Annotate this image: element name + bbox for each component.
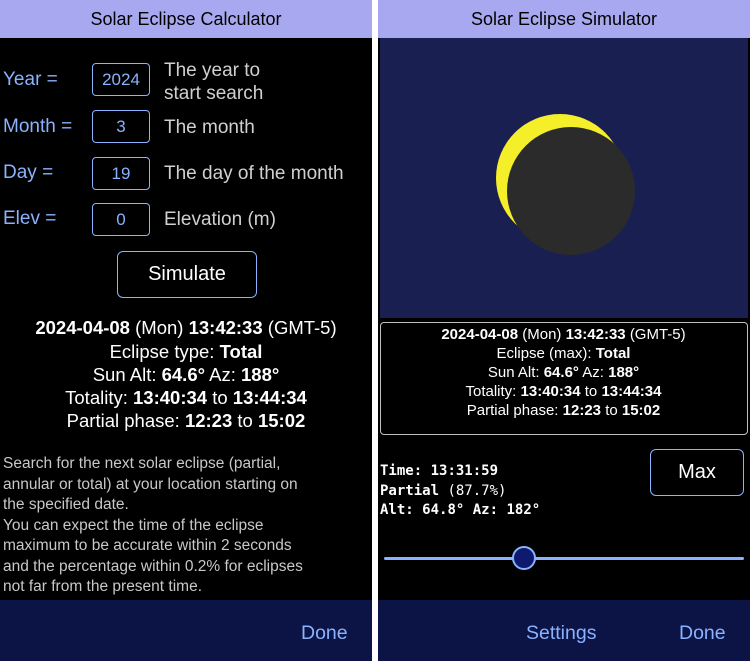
simulator-title-bar: Solar Eclipse Simulator bbox=[378, 0, 750, 38]
simulator-toolbar: Settings Done bbox=[378, 600, 750, 661]
eclipse-drawing bbox=[496, 114, 635, 255]
year-input[interactable]: 2024 bbox=[92, 63, 150, 96]
moon-disk bbox=[507, 127, 635, 255]
info-timezone: (GMT-5) bbox=[629, 326, 686, 343]
status-alt-label: Alt: bbox=[380, 502, 414, 518]
max-button[interactable]: Max bbox=[650, 449, 744, 496]
info-eclipse-max: Eclipse (max): Total bbox=[381, 345, 746, 362]
info-partial-label: Partial phase: bbox=[466, 402, 559, 419]
status-az-value: 182° bbox=[506, 502, 541, 518]
elev-desc: Elevation (m) bbox=[164, 209, 276, 230]
description-line: maximum to be accurate within 2 seconds bbox=[3, 537, 292, 554]
description-line: the specified date. bbox=[3, 496, 129, 513]
year-desc-2: start search bbox=[164, 83, 264, 104]
info-partial-end: 15:02 bbox=[621, 402, 661, 419]
elev-label: Elev = bbox=[3, 208, 57, 229]
eclipse-info-box: 2024-04-08 (Mon) 13:42:33 (GMT-5) Eclips… bbox=[380, 322, 748, 435]
info-totality-label: Totality: bbox=[465, 383, 517, 400]
day-label: Day = bbox=[3, 162, 54, 183]
info-partial-phase: Partial phase: 12:23 to 15:02 bbox=[381, 402, 746, 419]
slider-thumb[interactable] bbox=[512, 546, 536, 570]
result-totality-start: 13:40:34 bbox=[133, 387, 208, 408]
description-line: You can expect the time of the eclipse bbox=[3, 516, 264, 534]
status-alt-value: 64.8° bbox=[422, 502, 465, 518]
info-eclipse-value: Total bbox=[595, 345, 631, 362]
calculator-panel: Solar Eclipse Calculator Year = 2024 The… bbox=[0, 0, 372, 661]
info-totality-to: to bbox=[584, 383, 598, 400]
calculator-done-button[interactable]: Done bbox=[301, 622, 348, 645]
result-eclipse-type: Eclipse type: Total bbox=[0, 341, 372, 363]
info-eclipse-label: Eclipse (max): bbox=[496, 345, 592, 362]
month-desc: The month bbox=[164, 117, 255, 138]
year-label: Year = bbox=[3, 69, 58, 90]
result-totality: Totality: 13:40:34 to 13:44:34 bbox=[0, 387, 372, 409]
info-totality-start: 13:40:34 bbox=[520, 383, 581, 400]
result-time: 13:42:33 bbox=[188, 317, 263, 338]
description-line: annular or total) at your location start… bbox=[3, 475, 298, 493]
status-phase: Partial (87.7%) bbox=[380, 483, 506, 499]
result-totality-label: Totality: bbox=[65, 387, 128, 408]
description-line: and the percentage within 0.2% for eclip… bbox=[3, 557, 303, 575]
info-az-label: Az: bbox=[582, 364, 604, 381]
status-phase-label: Partial bbox=[380, 483, 440, 499]
info-date: 2024-04-08 bbox=[441, 326, 519, 343]
year-desc-1: The year to bbox=[164, 60, 261, 81]
info-alt-value: 64.6° bbox=[543, 364, 579, 381]
calculator-title: Solar Eclipse Calculator bbox=[90, 8, 282, 29]
result-alt-label: Sun Alt: bbox=[92, 364, 157, 385]
day-desc: The day of the month bbox=[164, 163, 344, 184]
simulate-button[interactable]: Simulate bbox=[117, 251, 257, 298]
day-input[interactable]: 19 bbox=[92, 157, 150, 190]
month-input[interactable]: 3 bbox=[92, 110, 150, 143]
description-line: not far from the present time. bbox=[3, 578, 203, 595]
result-type-label: Eclipse type: bbox=[109, 341, 215, 362]
result-partial-to: to bbox=[237, 410, 253, 431]
result-partial-end: 15:02 bbox=[257, 410, 306, 431]
result-timezone: (GMT-5) bbox=[267, 317, 337, 338]
status-time-label: Time: bbox=[380, 463, 423, 479]
status-time-value: 13:31:59 bbox=[430, 463, 499, 479]
status-time: Time: 13:31:59 bbox=[380, 463, 498, 479]
result-datetime: 2024-04-08 (Mon) 13:42:33 (GMT-5) bbox=[0, 317, 372, 339]
info-time: 13:42:33 bbox=[565, 326, 626, 343]
simulator-panel: Solar Eclipse Simulator 2024-04-08 (Mon)… bbox=[378, 0, 750, 661]
result-partial-start: 12:23 bbox=[184, 410, 233, 431]
result-az-value: 188° bbox=[241, 364, 280, 385]
info-datetime: 2024-04-08 (Mon) 13:42:33 (GMT-5) bbox=[381, 326, 746, 343]
simulator-done-button[interactable]: Done bbox=[679, 622, 726, 645]
info-totality: Totality: 13:40:34 to 13:44:34 bbox=[381, 383, 746, 400]
result-sun-position: Sun Alt: 64.6° Az: 188° bbox=[0, 364, 372, 386]
info-partial-to: to bbox=[605, 402, 618, 419]
status-az-label: Az: bbox=[472, 502, 499, 518]
result-az-label: Az: bbox=[209, 364, 236, 385]
time-slider[interactable] bbox=[384, 545, 744, 573]
result-weekday: (Mon) bbox=[135, 317, 184, 338]
calculator-title-bar: Solar Eclipse Calculator bbox=[0, 0, 372, 38]
slider-track bbox=[384, 557, 744, 560]
result-date: 2024-04-08 bbox=[35, 317, 130, 338]
description-text: Search for the next solar eclipse (parti… bbox=[3, 454, 368, 598]
info-az-value: 188° bbox=[608, 364, 640, 381]
status-phase-pct: (87.7%) bbox=[447, 483, 507, 499]
info-totality-end: 13:44:34 bbox=[601, 383, 662, 400]
settings-button[interactable]: Settings bbox=[526, 622, 596, 645]
info-weekday: (Mon) bbox=[522, 326, 562, 343]
info-partial-start: 12:23 bbox=[562, 402, 602, 419]
status-position: Alt: 64.8° Az: 182° bbox=[380, 502, 540, 518]
info-sun-position: Sun Alt: 64.6° Az: 188° bbox=[381, 364, 746, 381]
result-type-value: Total bbox=[219, 341, 263, 362]
description-line: Search for the next solar eclipse (parti… bbox=[3, 455, 281, 472]
result-partial-label: Partial phase: bbox=[66, 410, 180, 431]
eclipse-view bbox=[380, 38, 748, 318]
calculator-toolbar: Done bbox=[0, 600, 372, 661]
simulator-title: Solar Eclipse Simulator bbox=[470, 8, 658, 29]
elev-input[interactable]: 0 bbox=[92, 203, 150, 236]
result-totality-end: 13:44:34 bbox=[232, 387, 307, 408]
result-totality-to: to bbox=[212, 387, 228, 408]
result-alt-value: 64.6° bbox=[161, 364, 206, 385]
month-label: Month = bbox=[3, 116, 73, 137]
result-partial-phase: Partial phase: 12:23 to 15:02 bbox=[0, 410, 372, 432]
info-alt-label: Sun Alt: bbox=[487, 364, 540, 381]
